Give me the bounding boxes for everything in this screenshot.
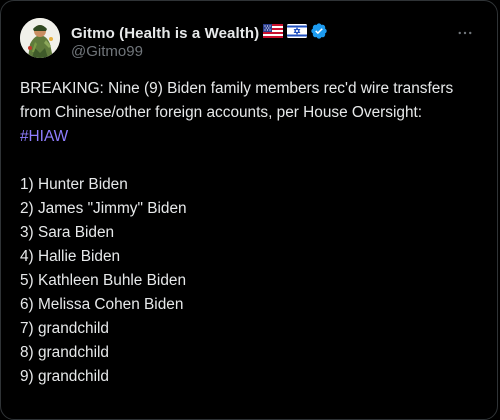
list-item: 8) grandchild	[20, 344, 109, 361]
list-item: 1) Hunter Biden	[20, 176, 128, 193]
author-name-row: Gitmo (Health is a Wealth)	[71, 22, 328, 45]
list-item: 6) Melissa Cohen Biden	[20, 296, 184, 313]
list-item: 5) Kathleen Buhle Biden	[20, 272, 186, 289]
list-item: 2) James "Jimmy" Biden	[20, 200, 187, 217]
list-item: 9) grandchild	[20, 368, 109, 385]
more-options-icon	[458, 31, 472, 35]
verified-badge-icon[interactable]	[310, 22, 328, 45]
us-flag-icon	[263, 23, 284, 43]
author-display-name[interactable]: Gitmo (Health is a Wealth)	[71, 25, 259, 42]
hashtag-link[interactable]: #HIAW	[20, 128, 68, 145]
israel-flag-icon	[287, 23, 308, 43]
tweet-card[interactable]: Gitmo (Health is a Wealth) @Gitmo99 BREA…	[0, 0, 498, 420]
avatar[interactable]	[20, 18, 60, 58]
more-options-button[interactable]	[455, 23, 475, 43]
list-item: 3) Sara Biden	[20, 224, 115, 241]
paragraph-break	[20, 149, 480, 173]
tweet-intro: BREAKING: Nine (9) Biden family members …	[20, 80, 454, 121]
avatar-image	[20, 18, 60, 58]
list-item: 4) Hallie Biden	[20, 248, 121, 265]
author-handle[interactable]: @Gitmo99	[71, 43, 143, 60]
tweet-text: BREAKING: Nine (9) Biden family members …	[20, 77, 480, 389]
family-list: 1) Hunter Biden 2) James "Jimmy" Biden 3…	[20, 173, 480, 389]
list-item: 7) grandchild	[20, 320, 109, 337]
